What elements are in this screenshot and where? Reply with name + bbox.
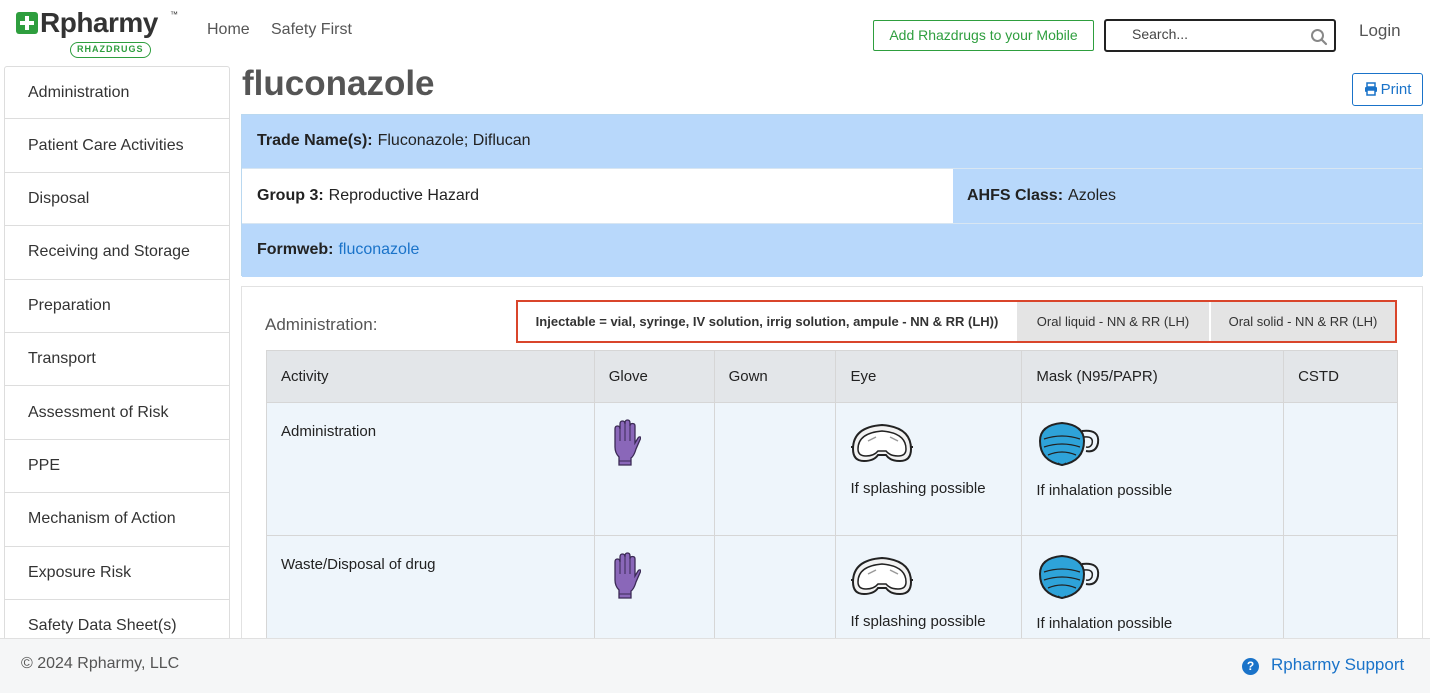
print-label: Print <box>1380 81 1412 98</box>
add-to-mobile-button[interactable]: Add Rhazdrugs to your Mobile <box>873 20 1094 51</box>
rpharmy-logo[interactable]: Rpharmy ™ RHAZDRUGS <box>14 7 184 60</box>
activity-cell: Administration <box>266 402 595 536</box>
table-header-row: Activity Glove Gown Eye Mask (N95/PAPR) … <box>266 350 1398 403</box>
sidebar-item-ppe[interactable]: PPE <box>4 439 230 494</box>
tab-oral-solid[interactable]: Oral solid - NN & RR (LH) <box>1209 302 1395 341</box>
glove-icon <box>614 552 642 599</box>
column-header-gown: Gown <box>713 350 837 403</box>
mask-condition-text: If inhalation possible <box>1036 482 1173 499</box>
support-label: Rpharmy Support <box>1271 655 1405 674</box>
column-header-activity: Activity <box>266 350 595 403</box>
group-value: Reproductive Hazard <box>328 186 479 204</box>
goggles-icon <box>851 556 914 596</box>
search-input[interactable] <box>1132 26 1312 42</box>
logo-badge: RHAZDRUGS <box>70 42 151 58</box>
ahfs-label: AHFS Class: <box>967 186 1064 204</box>
trademark-symbol: ™ <box>170 10 178 19</box>
trade-name-row: Trade Name(s): Fluconazole; Diflucan <box>242 115 1422 169</box>
search-icon[interactable] <box>1310 28 1328 46</box>
formweb-row: Formweb: fluconazole <box>242 223 1422 277</box>
sidebar-nav: Administration Patient Care Activities D… <box>4 66 230 638</box>
dosage-form-tabs: Injectable = vial, syringe, IV solution,… <box>516 300 1397 343</box>
tab-injectable[interactable]: Injectable = vial, syringe, IV solution,… <box>518 302 1016 341</box>
top-header: Rpharmy ™ RHAZDRUGS Home Safety First Ad… <box>0 0 1430 66</box>
goggles-icon <box>851 423 914 463</box>
gown-cell <box>713 402 837 536</box>
sidebar-item-assessment-of-risk[interactable]: Assessment of Risk <box>4 386 230 440</box>
ahfs-cell: AHFS Class: Azoles <box>953 169 1422 223</box>
sidebar-item-transport[interactable]: Transport <box>4 332 230 387</box>
table-row: Administration If splashing possible If … <box>266 402 1398 536</box>
support-link[interactable]: ? Rpharmy Support <box>1242 655 1404 675</box>
logo-wordmark: Rpharmy <box>40 7 158 38</box>
group-label: Group 3: <box>257 186 324 204</box>
tab-oral-liquid[interactable]: Oral liquid - NN & RR (LH) <box>1016 302 1209 341</box>
login-link[interactable]: Login <box>1359 21 1401 41</box>
ahfs-value: Azoles <box>1068 186 1117 204</box>
sidebar-item-safety-data-sheets[interactable]: Safety Data Sheet(s) <box>4 599 230 638</box>
group-class-row: Group 3: Reproductive Hazard AHFS Class:… <box>242 169 1422 223</box>
n95-mask-icon <box>1039 421 1100 467</box>
glove-cell <box>593 402 715 536</box>
nav-home-link[interactable]: Home <box>207 21 250 39</box>
sidebar-item-exposure-risk[interactable]: Exposure Risk <box>4 546 230 600</box>
mask-cell: If inhalation possible <box>1021 402 1285 536</box>
medical-cross-icon <box>16 12 38 34</box>
trade-name-value: Fluconazole; Diflucan <box>377 132 531 150</box>
search-box <box>1104 19 1336 52</box>
column-header-eye: Eye <box>835 350 1023 403</box>
n95-mask-icon <box>1039 554 1100 600</box>
drug-info-panel: Trade Name(s): Fluconazole; Diflucan Gro… <box>241 114 1423 277</box>
column-header-mask: Mask (N95/PAPR) <box>1021 350 1285 403</box>
eye-cell: If splashing possible <box>835 402 1023 536</box>
formweb-link[interactable]: fluconazole <box>338 241 419 259</box>
formweb-label: Formweb: <box>257 241 334 259</box>
printer-icon <box>1364 82 1377 96</box>
sidebar-item-receiving-storage[interactable]: Receiving and Storage <box>4 226 230 280</box>
trade-name-label: Trade Name(s): <box>257 132 373 150</box>
administration-label: Administration: <box>265 315 378 334</box>
sidebar-item-mechanism-of-action[interactable]: Mechanism of Action <box>4 493 230 547</box>
eye-condition-text: If splashing possible <box>850 613 986 630</box>
sidebar-item-administration[interactable]: Administration <box>4 66 230 120</box>
sidebar-item-patient-care-activities[interactable]: Patient Care Activities <box>4 119 230 173</box>
eye-condition-text: If splashing possible <box>850 480 986 497</box>
nav-safety-first-link[interactable]: Safety First <box>271 21 352 39</box>
cstd-cell <box>1283 402 1398 536</box>
help-circle-icon: ? <box>1242 658 1259 675</box>
mask-condition-text: If inhalation possible <box>1036 615 1173 632</box>
page-footer: © 2024 Rpharmy, LLC ? Rpharmy Support <box>0 638 1430 693</box>
copyright-text: © 2024 Rpharmy, LLC <box>21 655 180 672</box>
print-button[interactable]: Print <box>1352 73 1423 106</box>
sidebar-item-preparation[interactable]: Preparation <box>4 279 230 333</box>
column-header-cstd: CSTD <box>1283 350 1398 403</box>
glove-icon <box>614 419 642 466</box>
sidebar-item-disposal[interactable]: Disposal <box>4 172 230 227</box>
column-header-glove: Glove <box>593 350 715 403</box>
group-cell: Group 3: Reproductive Hazard <box>242 169 953 223</box>
page-title: fluconazole <box>242 64 435 103</box>
ppe-table: Activity Glove Gown Eye Mask (N95/PAPR) … <box>266 350 1398 669</box>
